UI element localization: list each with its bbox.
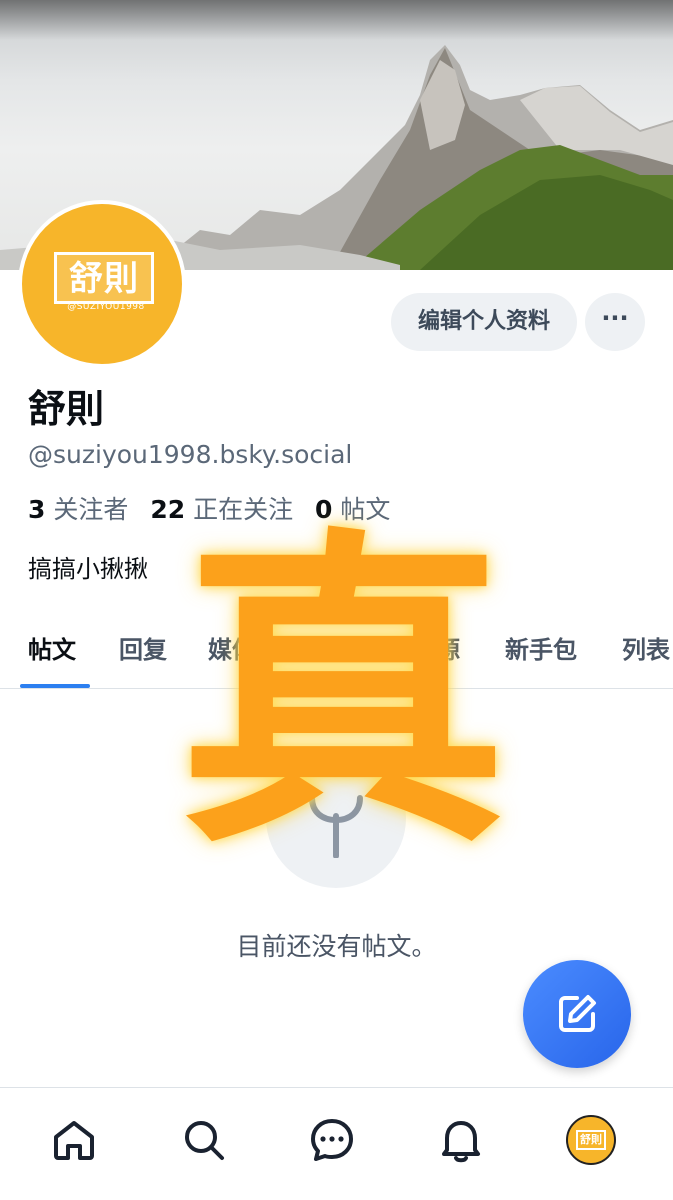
compose-post-button[interactable]	[523, 960, 631, 1068]
overlay-watermark-character: 真	[178, 503, 508, 887]
tab-posts[interactable]: 帖文	[28, 630, 76, 665]
followers-count: 3	[28, 495, 46, 524]
bottom-navigation: 舒則	[0, 1087, 673, 1200]
nav-chat[interactable]	[308, 1116, 356, 1164]
ellipsis-icon: ···	[601, 304, 629, 332]
avatar-logo-box: 舒則	[54, 252, 154, 304]
tab-replies[interactable]: 回复	[119, 630, 167, 665]
chat-icon	[311, 1119, 353, 1161]
followers-label: 关注者	[53, 495, 129, 524]
profile-bio: 搞搞小揪揪	[28, 555, 148, 583]
search-icon	[185, 1121, 224, 1160]
avatar-logo-text: 舒則	[69, 259, 139, 299]
avatar-sub-text: @SUZIYOU1998	[67, 302, 145, 312]
empty-state-message: 目前还没有帖文。	[236, 932, 437, 961]
nav-avatar-text: 舒則	[576, 1130, 606, 1150]
followers-stat[interactable]: 3 关注者	[28, 495, 150, 524]
bell-icon	[442, 1121, 480, 1163]
nav-search[interactable]	[180, 1116, 228, 1164]
compose-icon	[559, 995, 596, 1032]
nav-profile-avatar[interactable]: 舒則	[566, 1115, 616, 1165]
tab-starter-packs[interactable]: 新手包	[505, 630, 577, 665]
tab-lists[interactable]: 列表	[622, 630, 670, 665]
display-name: 舒則	[28, 387, 105, 431]
edit-profile-button[interactable]: 编辑个人资料	[391, 293, 577, 351]
profile-avatar[interactable]: 舒則 @SUZIYOU1998	[18, 200, 186, 368]
more-options-button[interactable]: ···	[585, 293, 645, 351]
status-bar-shade	[0, 0, 673, 40]
home-icon	[54, 1121, 94, 1160]
handle: @suziyou1998.bsky.social	[28, 440, 353, 469]
nav-notifications[interactable]	[437, 1116, 485, 1164]
nav-home[interactable]	[50, 1116, 98, 1164]
